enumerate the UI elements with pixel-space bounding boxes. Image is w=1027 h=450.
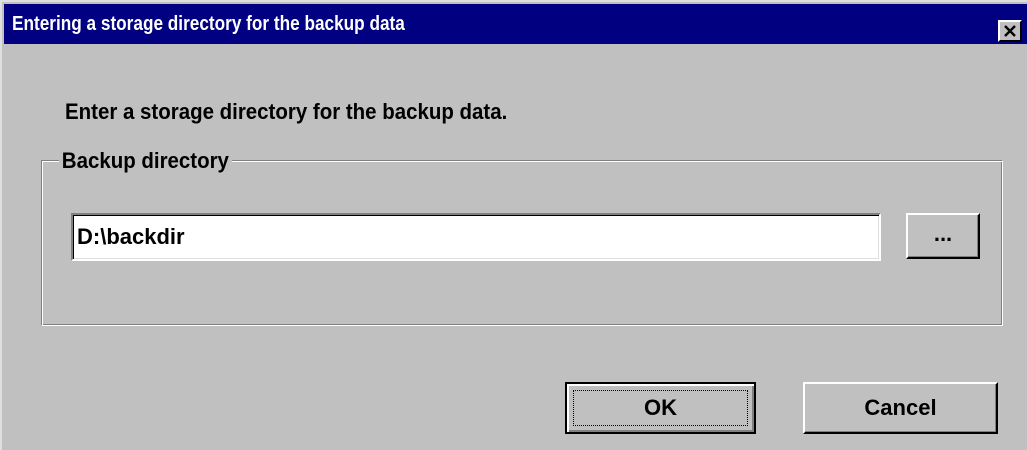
ok-button[interactable]: OK [565, 382, 756, 434]
cancel-button[interactable]: Cancel [803, 382, 998, 434]
instruction-text: Enter a storage directory for the backup… [65, 99, 508, 124]
close-button[interactable] [998, 20, 1022, 42]
browse-button[interactable]: ... [906, 213, 980, 259]
backup-directory-dialog: Entering a storage directory for the bac… [0, 0, 1027, 450]
backup-directory-input[interactable] [71, 213, 881, 261]
ok-button-label: OK [644, 395, 677, 420]
group-label: Backup directory [59, 147, 232, 175]
window-title: Entering a storage directory for the bac… [12, 13, 405, 35]
title-bar[interactable]: Entering a storage directory for the bac… [4, 4, 1027, 44]
close-icon [1004, 25, 1016, 37]
